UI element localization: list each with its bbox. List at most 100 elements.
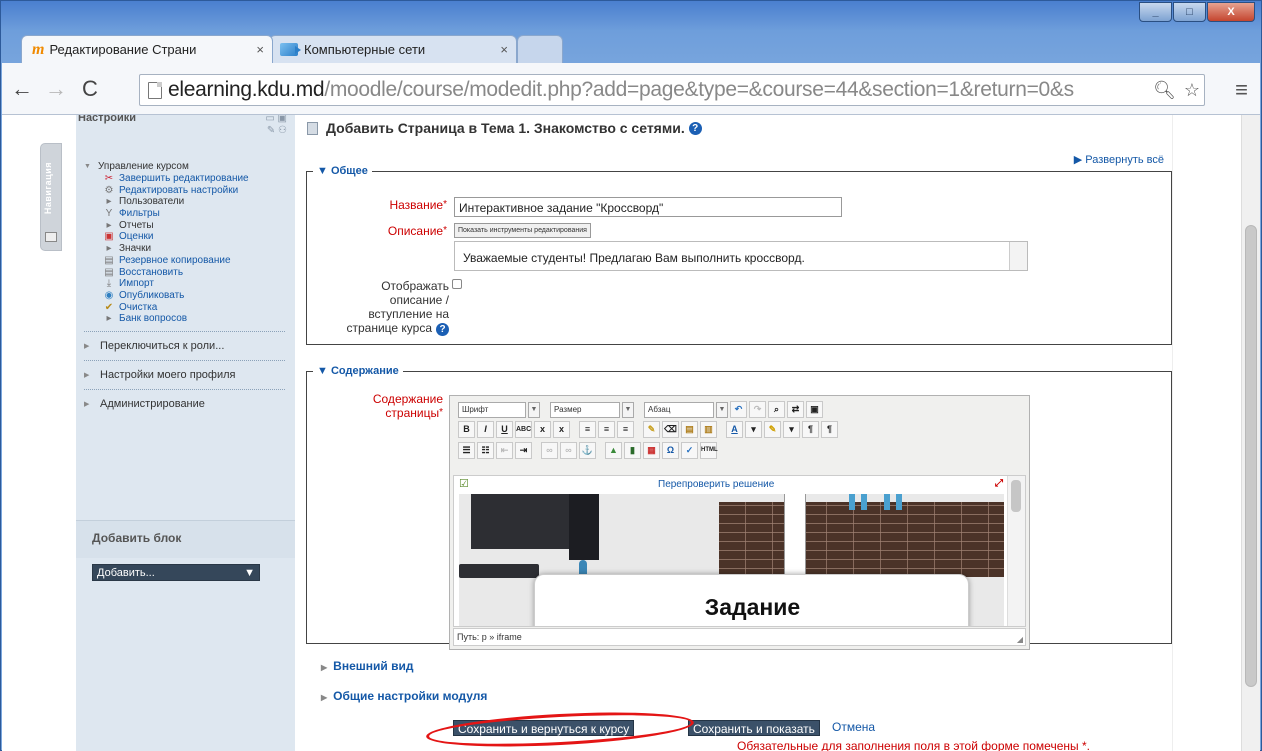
- sidebar-item-users[interactable]: ▸ Пользователи: [84, 196, 289, 208]
- text-color-icon[interactable]: A: [726, 421, 743, 438]
- save-and-display-button[interactable]: Сохранить и показать: [688, 720, 820, 736]
- page-scrollbar[interactable]: [1241, 115, 1260, 751]
- dropdown-arrow-icon[interactable]: ▼: [716, 401, 728, 418]
- sidebar-item-filters[interactable]: Y Фильтры: [84, 208, 289, 220]
- my-profile-settings-node[interactable]: ▶ Настройки моего профиля: [84, 367, 289, 383]
- font-size-select[interactable]: Размер: [550, 401, 620, 418]
- editor-content-area[interactable]: ☑ Перепроверить решение ⤢ 14: [453, 475, 1026, 627]
- align-left-icon[interactable]: ≡: [579, 421, 596, 438]
- bold-icon[interactable]: B: [458, 421, 475, 438]
- module-settings-section-link[interactable]: ▶ Общие настройки модуля: [321, 689, 487, 703]
- special-char-icon[interactable]: Ω: [662, 442, 679, 459]
- tab-computer-networks[interactable]: Компьютерные сети ×: [269, 35, 517, 63]
- strikethrough-icon[interactable]: ABC: [515, 421, 532, 438]
- font-family-select[interactable]: Шрифт: [458, 401, 526, 418]
- dropdown-arrow-icon[interactable]: ▾: [783, 421, 800, 438]
- help-icon[interactable]: ?: [436, 323, 449, 336]
- insert-table-icon[interactable]: ▦: [643, 442, 660, 459]
- sidebar-item-restore[interactable]: ▤ Восстановить: [84, 266, 289, 278]
- anchor-icon[interactable]: ⚓: [579, 442, 596, 459]
- sidebar-item-reset[interactable]: ✔ Очистка: [84, 301, 289, 313]
- dropdown-arrow-icon[interactable]: ▾: [745, 421, 762, 438]
- clean-icon[interactable]: ✎: [643, 421, 660, 438]
- highlight-color-icon[interactable]: ✎: [764, 421, 781, 438]
- dropdown-arrow-icon[interactable]: ▼: [528, 401, 540, 418]
- reload-icon[interactable]: C: [76, 75, 104, 103]
- remove-format-icon[interactable]: ⌫: [662, 421, 679, 438]
- navigation-dock-tab[interactable]: Навигация: [40, 143, 62, 251]
- paste-text-icon[interactable]: ▤: [681, 421, 698, 438]
- sidebar-item-badges[interactable]: ▸ Значки: [84, 243, 289, 255]
- link-icon[interactable]: ∞: [541, 442, 558, 459]
- tab-edit-page[interactable]: m Редактирование Страни ×: [21, 35, 273, 63]
- align-center-icon[interactable]: ≡: [598, 421, 615, 438]
- fullscreen-icon[interactable]: ⤢: [995, 478, 1003, 489]
- dropdown-arrow-icon[interactable]: ▼: [622, 401, 634, 418]
- paste-word-icon[interactable]: ▥: [700, 421, 717, 438]
- star-icon[interactable]: ☆: [1184, 80, 1200, 101]
- underline-icon[interactable]: U: [496, 421, 513, 438]
- add-block-select[interactable]: Добавить... ▼: [92, 564, 260, 581]
- show-editing-tools-button[interactable]: Показать инструменты редактирования: [454, 223, 591, 238]
- numbered-list-icon[interactable]: ☷: [477, 442, 494, 459]
- block-collapse-icon[interactable]: ▭ ▣: [265, 115, 287, 124]
- menu-icon[interactable]: ≡: [1235, 77, 1248, 103]
- sidebar-item-grades[interactable]: ▣ Оценки: [84, 231, 289, 243]
- cancel-button[interactable]: Отмена: [832, 720, 875, 734]
- zoom-icon[interactable]: 🔍︎: [1153, 80, 1176, 101]
- sidebar-item-backup[interactable]: ▤ Резервное копирование: [84, 255, 289, 267]
- undo-icon[interactable]: ↶: [730, 401, 747, 418]
- find-icon[interactable]: ⌕: [768, 401, 785, 418]
- tab-close-icon[interactable]: ×: [500, 42, 508, 57]
- indent-icon[interactable]: ⇥: [515, 442, 532, 459]
- sidebar-item-import[interactable]: ⤓ Импорт: [84, 278, 289, 290]
- sidebar-item-publish[interactable]: ◉ Опубликовать: [84, 290, 289, 302]
- page-scrollbar-thumb[interactable]: [1245, 225, 1257, 687]
- editor-scrollbar-thumb[interactable]: [1011, 480, 1021, 512]
- close-window-button[interactable]: X: [1207, 2, 1255, 22]
- resize-handle-icon[interactable]: ◢: [1017, 635, 1023, 644]
- description-editor[interactable]: Уважаемые студенты! Предлагаю Вам выполн…: [454, 241, 1028, 271]
- replace-icon[interactable]: ⇄: [787, 401, 804, 418]
- new-tab-button[interactable]: [517, 35, 563, 63]
- unlink-icon[interactable]: ∞: [560, 442, 577, 459]
- sidebar-item-question-bank[interactable]: ▸ Банк вопросов: [84, 313, 289, 325]
- fullscreen-icon[interactable]: ▣: [806, 401, 823, 418]
- insert-media-icon[interactable]: ▮: [624, 442, 641, 459]
- subscript-icon[interactable]: x: [534, 421, 551, 438]
- maximize-button[interactable]: □: [1173, 2, 1206, 22]
- show-description-checkbox[interactable]: [452, 279, 462, 289]
- help-icon[interactable]: ?: [688, 121, 702, 135]
- address-bar[interactable]: elearning.kdu.md/moodle/course/modedit.p…: [139, 74, 1205, 106]
- html-source-icon[interactable]: HTML: [700, 442, 718, 459]
- sidebar-item-edit-settings[interactable]: ⚙ Редактировать настройки: [84, 184, 289, 196]
- forward-arrow-icon[interactable]: →: [42, 75, 70, 103]
- rtl-icon[interactable]: ¶: [821, 421, 838, 438]
- content-legend[interactable]: ▼ Содержание: [313, 365, 403, 377]
- switch-role-node[interactable]: ▶ Переключиться к роли...: [84, 338, 289, 354]
- back-arrow-icon[interactable]: ←: [8, 75, 36, 103]
- course-admin-node[interactable]: ▼ Управление курсом: [84, 161, 289, 173]
- description-scrollbar[interactable]: [1009, 242, 1027, 270]
- help-check-icon[interactable]: ☑: [459, 477, 469, 490]
- ltr-icon[interactable]: ¶: [802, 421, 819, 438]
- sidebar-item-finish-editing[interactable]: ✂ Завершить редактирование: [84, 173, 289, 185]
- tab-close-icon[interactable]: ×: [256, 42, 264, 57]
- align-right-icon[interactable]: ≡: [617, 421, 634, 438]
- outdent-icon[interactable]: ⇤: [496, 442, 513, 459]
- bullet-list-icon[interactable]: ☰: [458, 442, 475, 459]
- italic-icon[interactable]: I: [477, 421, 494, 438]
- format-select[interactable]: Абзац: [644, 401, 714, 418]
- name-input[interactable]: Интерактивное задание "Кроссворд": [454, 197, 842, 217]
- site-admin-node[interactable]: ▶ Администрирование: [84, 396, 289, 412]
- superscript-icon[interactable]: x: [553, 421, 570, 438]
- url-text[interactable]: elearning.kdu.md/moodle/course/modedit.p…: [168, 78, 1149, 102]
- minimize-button[interactable]: _: [1139, 2, 1172, 22]
- redo-icon[interactable]: ↷: [749, 401, 766, 418]
- editor-scrollbar[interactable]: [1007, 476, 1025, 626]
- spellcheck-icon[interactable]: ✓: [681, 442, 698, 459]
- appearance-section-link[interactable]: ▶ Внешний вид: [321, 659, 413, 673]
- sidebar-item-reports[interactable]: ▸ Отчеты: [84, 219, 289, 231]
- insert-image-icon[interactable]: ▲: [605, 442, 622, 459]
- general-legend[interactable]: ▼ Общее: [313, 165, 372, 177]
